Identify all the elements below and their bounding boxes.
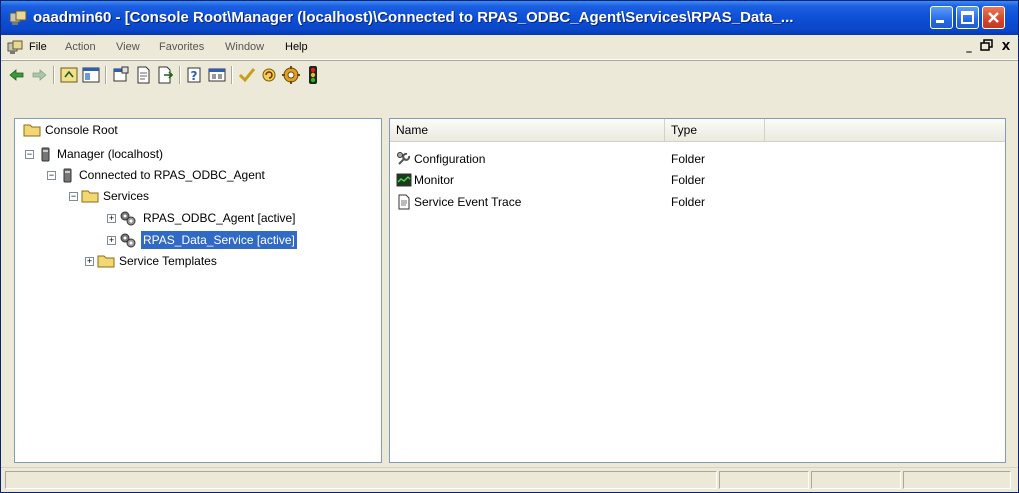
menu-file[interactable]: File	[29, 41, 47, 53]
toolbar: ?	[1, 60, 1018, 89]
tree-item-odbc-agent[interactable]: + RPAS_ODBC_Agent [active]	[105, 209, 365, 227]
close-icon	[988, 12, 999, 23]
results-list-pane[interactable]: Name Type Configuration Folder Monitor F…	[389, 118, 1006, 463]
folder-icon	[97, 255, 115, 268]
wrench-icon	[397, 152, 411, 165]
close-button[interactable]	[982, 6, 1005, 29]
menu-help[interactable]: Help	[285, 41, 308, 53]
tree-item-console-root[interactable]: Console Root	[23, 121, 323, 139]
monitor-icon	[396, 173, 412, 187]
list-item-configuration[interactable]: Configuration Folder	[396, 149, 996, 169]
folder-icon	[23, 124, 41, 137]
status-bar	[1, 467, 1018, 492]
column-header-name[interactable]: Name	[390, 119, 665, 141]
properties-icon[interactable]	[111, 65, 131, 85]
forward-arrow-icon[interactable]	[29, 65, 49, 85]
tree-item-manager[interactable]: − Manager (localhost)	[23, 145, 323, 163]
toolbar-separator	[231, 66, 233, 84]
title-bar[interactable]: oaadmin60 - [Console Root\Manager (local…	[1, 1, 1018, 35]
refresh-icon[interactable]	[259, 65, 279, 85]
mdi-minimize-button[interactable]: _	[961, 39, 977, 54]
list-header: Name Type	[390, 119, 1005, 142]
new-window-icon[interactable]	[133, 65, 153, 85]
menu-bar: File Action View Favorites Window Help _…	[1, 35, 1018, 60]
help-icon[interactable]: ?	[185, 65, 205, 85]
maximize-button[interactable]	[956, 6, 979, 29]
tree-item-connected[interactable]: − Connected to RPAS_ODBC_Agent	[45, 166, 365, 184]
toolbar-separator	[105, 66, 107, 84]
minimize-button[interactable]	[930, 6, 953, 29]
server-icon	[63, 168, 72, 183]
menu-view[interactable]: View	[116, 41, 140, 53]
status-segment	[811, 471, 901, 489]
status-segment	[903, 471, 1011, 489]
list-item-monitor[interactable]: Monitor Folder	[396, 170, 996, 190]
app-window: oaadmin60 - [Console Root\Manager (local…	[0, 0, 1019, 493]
collapse-toggle[interactable]: −	[25, 150, 34, 159]
app-icon	[9, 10, 27, 25]
document-icon	[398, 194, 410, 210]
console-tree-icon[interactable]	[207, 65, 227, 85]
status-segment	[5, 471, 717, 489]
minimize-icon	[936, 20, 944, 23]
console-menu-icon[interactable]	[7, 40, 23, 55]
toolbar-separator	[179, 66, 181, 84]
toolbar-separator	[53, 66, 55, 84]
checkmark-icon[interactable]	[237, 65, 257, 85]
traffic-light-icon[interactable]	[303, 65, 323, 85]
menu-window[interactable]: Window	[225, 41, 264, 53]
service-gears-icon	[120, 233, 136, 248]
collapse-toggle[interactable]: −	[47, 171, 56, 180]
expand-toggle[interactable]: +	[107, 214, 116, 223]
window-title: oaadmin60 - [Console Root\Manager (local…	[33, 9, 794, 26]
tree-item-service-templates[interactable]: + Service Templates	[83, 252, 343, 270]
service-gears-icon	[120, 211, 136, 226]
column-header-type[interactable]: Type	[665, 119, 765, 141]
expand-toggle[interactable]: +	[107, 236, 116, 245]
mdi-restore-button[interactable]	[979, 39, 995, 54]
menu-favorites[interactable]: Favorites	[159, 41, 204, 53]
back-arrow-icon[interactable]	[7, 65, 27, 85]
status-segment	[719, 471, 809, 489]
maximize-icon	[961, 11, 974, 24]
tree-item-data-service[interactable]: + RPAS_Data_Service [active]	[105, 231, 365, 249]
settings-gear-icon[interactable]	[281, 65, 301, 85]
restore-icon	[980, 39, 993, 51]
server-icon	[41, 147, 50, 162]
up-folder-icon[interactable]	[59, 65, 79, 85]
list-item-service-event-trace[interactable]: Service Event Trace Folder	[396, 192, 996, 212]
collapse-toggle[interactable]: −	[69, 192, 78, 201]
show-tree-icon[interactable]	[81, 65, 101, 85]
tree-item-services[interactable]: − Services	[67, 187, 347, 205]
mdi-close-button[interactable]: X	[998, 39, 1014, 54]
expand-toggle[interactable]: +	[85, 257, 94, 266]
menu-action[interactable]: Action	[65, 41, 96, 53]
folder-icon	[81, 190, 99, 203]
console-tree-pane[interactable]: Console Root − Manager (localhost) − Con…	[14, 118, 382, 463]
export-list-icon[interactable]	[155, 65, 175, 85]
svg-text:?: ?	[191, 69, 198, 83]
